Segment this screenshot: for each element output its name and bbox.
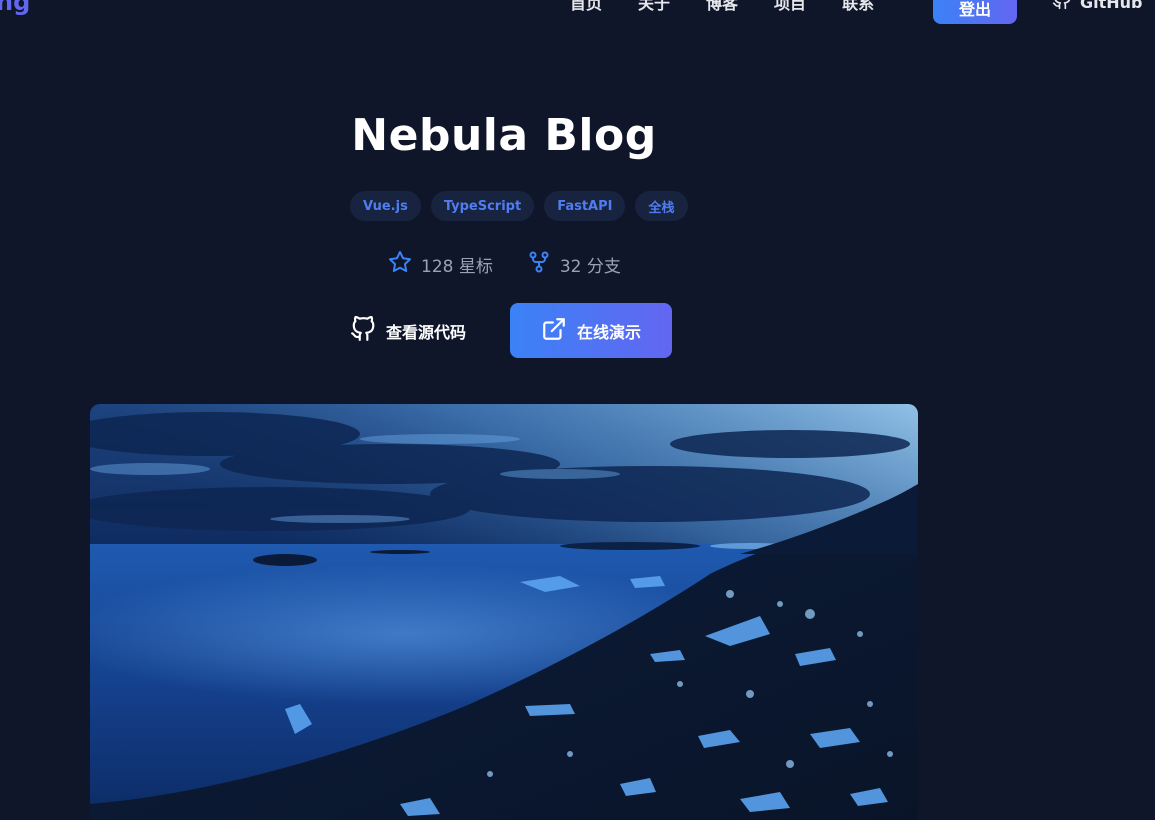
tag-list: Vue.js TypeScript FastAPI 全栈 [350, 191, 688, 221]
nav-link-about[interactable]: 关于 [638, 0, 670, 14]
tag-item: TypeScript [430, 191, 535, 221]
star-icon [388, 250, 412, 279]
github-icon [350, 315, 376, 346]
view-source-label: 查看源代码 [386, 322, 467, 342]
view-source-button[interactable]: 查看源代码 [350, 315, 467, 346]
nav-links: 首页 关于 博客 项目 联系 [570, 0, 874, 14]
live-demo-label: 在线演示 [577, 322, 642, 342]
external-link-icon [541, 316, 567, 346]
nav-link-home[interactable]: 首页 [570, 0, 602, 14]
live-demo-button[interactable]: 在线演示 [510, 303, 673, 358]
forks-stat: 32 分支 [527, 250, 621, 279]
project-title: Nebula Blog [351, 110, 657, 161]
stars-stat: 128 星标 [388, 250, 493, 279]
project-stats: 128 星标 32 分支 [388, 250, 621, 279]
tag-item: 全栈 [635, 191, 688, 221]
project-cover-image [90, 404, 918, 820]
tag-item: Vue.js [350, 191, 421, 221]
site-logo[interactable]: ng [0, 0, 30, 16]
nav-github-link[interactable]: GitHub [1052, 0, 1143, 14]
stars-count: 128 星标 [421, 257, 493, 277]
github-icon [1052, 0, 1072, 14]
nav-link-contact[interactable]: 联系 [842, 0, 874, 14]
project-actions: 查看源代码 在线演示 [350, 303, 673, 358]
nav-link-blog[interactable]: 博客 [706, 0, 738, 14]
top-nav: ng 首页 关于 博客 项目 联系 登出 GitHub [0, 0, 1155, 26]
nav-github-label: GitHub [1080, 0, 1143, 12]
fork-icon [527, 250, 551, 279]
page: ng 首页 关于 博客 项目 联系 登出 GitHub Nebula Blog … [0, 0, 1155, 820]
nav-link-projects[interactable]: 项目 [774, 0, 806, 14]
forks-count: 32 分支 [559, 257, 621, 277]
tag-item: FastAPI [544, 191, 626, 221]
logout-button[interactable]: 登出 [933, 0, 1017, 24]
